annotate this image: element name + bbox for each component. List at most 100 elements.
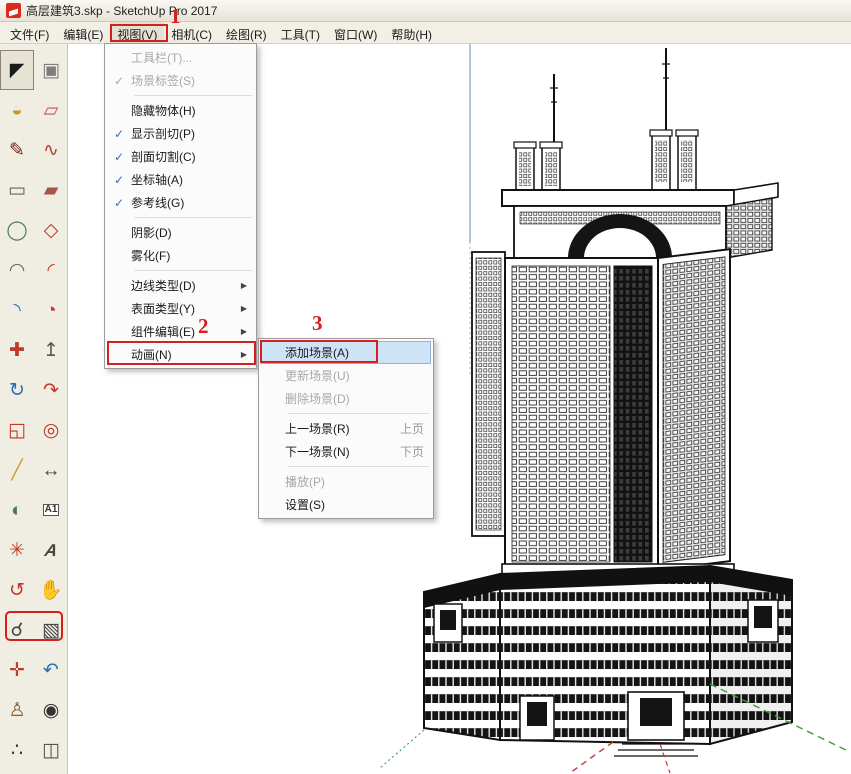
section-plane-tool-icon: ◫ — [42, 741, 60, 760]
eraser-tool[interactable]: ▱ — [34, 90, 68, 130]
line-tool[interactable]: ✎ — [0, 130, 34, 170]
menu-item-label: 动画(N) — [131, 346, 172, 363]
scale-tool[interactable]: ◱ — [0, 410, 34, 450]
tape-measure-tool[interactable]: ╱ — [0, 450, 34, 490]
select-tool-icon: ◤ — [10, 61, 25, 80]
menu-item-hidden-geometry[interactable]: 隐藏物体(H) — [107, 99, 254, 122]
scale-tool-icon: ◱ — [8, 421, 26, 440]
walk-tool[interactable]: ∴ — [0, 730, 34, 770]
menu-item-axes[interactable]: ✓坐标轴(A) — [107, 168, 254, 191]
menubar-item-camera[interactable]: 相机(C) — [164, 22, 219, 43]
look-around-tool[interactable]: ◉ — [34, 690, 68, 730]
menu-item-label: 显示剖切(P) — [131, 125, 195, 142]
zoom-window-tool[interactable]: ▧ — [34, 610, 68, 650]
submenu-arrow-icon: ▶ — [241, 350, 247, 359]
section-plane-tool[interactable]: ◫ — [34, 730, 68, 770]
rotated-rectangle-tool[interactable]: ▰ — [34, 170, 68, 210]
paint-bucket-tool[interactable]: ◒ — [0, 90, 34, 130]
menu-item-shadows[interactable]: 阴影(D) — [107, 221, 254, 244]
text-tool[interactable]: A1 — [34, 490, 68, 530]
three-d-text-tool[interactable]: A — [34, 530, 68, 570]
move-tool[interactable]: ✚ — [0, 330, 34, 370]
submenu-item-play: 播放(P) — [261, 470, 431, 493]
menu-item-section-cut[interactable]: ✓剖面切割(C) — [107, 145, 254, 168]
menu-item-label: 组件编辑(E) — [131, 323, 195, 340]
check-icon: ✓ — [107, 196, 131, 210]
menubar-item-view[interactable]: 视图(V) — [110, 22, 164, 43]
rotate-tool[interactable]: ↻ — [0, 370, 34, 410]
check-icon: ✓ — [107, 74, 131, 88]
submenu-arrow-icon: ▶ — [241, 281, 247, 290]
freehand-tool[interactable]: ∿ — [34, 130, 68, 170]
menu-separator — [134, 95, 252, 96]
pie-tool-icon: ◔ — [45, 301, 56, 320]
menu-bar: 文件(F)编辑(E)视图(V)相机(C)绘图(R)工具(T)窗口(W)帮助(H) — [0, 22, 851, 44]
menu-item-toolbars: 工具栏(T)... — [107, 46, 254, 69]
two-point-arc-tool[interactable]: ◜ — [34, 250, 68, 290]
previous-view-tool[interactable]: ↶ — [34, 650, 68, 690]
menu-item-guides[interactable]: ✓参考线(G) — [107, 191, 254, 214]
make-component-tool-icon: ▣ — [42, 61, 60, 80]
position-camera-tool-icon: ♙ — [8, 701, 25, 720]
polygon-tool[interactable]: ◇ — [34, 210, 68, 250]
window-title: 高层建筑3.skp - SketchUp Pro 2017 — [26, 2, 217, 19]
check-icon: ✓ — [107, 173, 131, 187]
orbit-tool[interactable]: ↺ — [0, 570, 34, 610]
arc-tool-icon: ◠ — [9, 261, 26, 280]
check-icon: ✓ — [107, 127, 131, 141]
tool-palette: ◤ ▣ ◒▱✎ ∿ ▭▰◯◇ ◠ ◜◝ ◔ ✚ ↥ ↻ ↷ ◱ ◎╱↔◐ A1 ✳ A ↺ ✋ ☌ ▧✛↶ ♙ ◉∴ ◫ — [0, 44, 68, 774]
pie-tool[interactable]: ◔ — [34, 290, 68, 330]
check-icon: ✓ — [107, 150, 131, 164]
menu-item-label: 隐藏物体(H) — [131, 102, 196, 119]
three-point-arc-tool[interactable]: ◝ — [0, 290, 34, 330]
menu-item-edge-style[interactable]: 边线类型(D)▶ — [107, 274, 254, 297]
menubar-item-window[interactable]: 窗口(W) — [327, 22, 384, 43]
axes-tool-icon: ✳ — [9, 541, 25, 560]
menubar-item-tools[interactable]: 工具(T) — [274, 22, 327, 43]
position-camera-tool[interactable]: ♙ — [0, 690, 34, 730]
text-tool-icon: A1 — [43, 504, 60, 516]
arc-tool[interactable]: ◠ — [0, 250, 34, 290]
submenu-item-add-scene[interactable]: 添加场景(A) — [261, 341, 431, 364]
menubar-item-draw[interactable]: 绘图(R) — [219, 22, 274, 43]
push-pull-tool[interactable]: ↥ — [34, 330, 68, 370]
menu-item-label: 阴影(D) — [131, 224, 172, 241]
submenu-item-previous-scene[interactable]: 上一场景(R)上页 — [261, 417, 431, 440]
menu-item-component-edit[interactable]: 组件编辑(E)▶ — [107, 320, 254, 343]
pan-tool-icon: ✋ — [39, 581, 63, 600]
menubar-item-file[interactable]: 文件(F) — [3, 22, 56, 43]
menu-item-label: 添加场景(A) — [285, 344, 349, 361]
menu-item-section-display[interactable]: ✓显示剖切(P) — [107, 122, 254, 145]
menu-item-fog[interactable]: 雾化(F) — [107, 244, 254, 267]
menu-item-face-style[interactable]: 表面类型(Y) ▶ — [107, 297, 254, 320]
zoom-extents-tool[interactable]: ✛ — [0, 650, 34, 690]
rectangle-tool[interactable]: ▭ — [0, 170, 34, 210]
menu-item-label: 参考线(G) — [131, 194, 184, 211]
submenu-item-delete-scene: 删除场景(D) — [261, 387, 431, 410]
freehand-tool-icon: ∿ — [43, 141, 59, 160]
dimension-tool[interactable]: ↔ — [34, 450, 68, 490]
protractor-tool[interactable]: ◐ — [0, 490, 34, 530]
menu-separator — [288, 466, 429, 467]
make-component-tool[interactable]: ▣ — [34, 50, 68, 90]
pan-tool[interactable]: ✋ — [34, 570, 68, 610]
follow-me-tool[interactable]: ↷ — [34, 370, 68, 410]
menu-item-label: 剖面切割(C) — [131, 148, 196, 165]
menu-item-label: 表面类型(Y) — [131, 300, 195, 317]
menu-item-animation[interactable]: 动画(N) ▶ — [107, 343, 254, 366]
move-tool-icon: ✚ — [9, 341, 25, 360]
submenu-arrow-icon: ▶ — [241, 304, 247, 313]
submenu-item-settings[interactable]: 设置(S) — [261, 493, 431, 516]
menu-separator — [134, 217, 252, 218]
zoom-tool-icon: ☌ — [11, 621, 24, 640]
offset-tool[interactable]: ◎ — [34, 410, 68, 450]
menubar-item-edit[interactable]: 编辑(E) — [56, 22, 110, 43]
zoom-tool[interactable]: ☌ — [0, 610, 34, 650]
submenu-item-next-scene[interactable]: 下一场景(N)下页 — [261, 440, 431, 463]
orbit-tool-icon: ↺ — [9, 581, 25, 600]
axes-tool[interactable]: ✳ — [0, 530, 34, 570]
menubar-item-help[interactable]: 帮助(H) — [384, 22, 439, 43]
select-tool[interactable]: ◤ — [0, 50, 34, 90]
rotate-tool-icon: ↻ — [9, 381, 25, 400]
circle-tool[interactable]: ◯ — [0, 210, 34, 250]
